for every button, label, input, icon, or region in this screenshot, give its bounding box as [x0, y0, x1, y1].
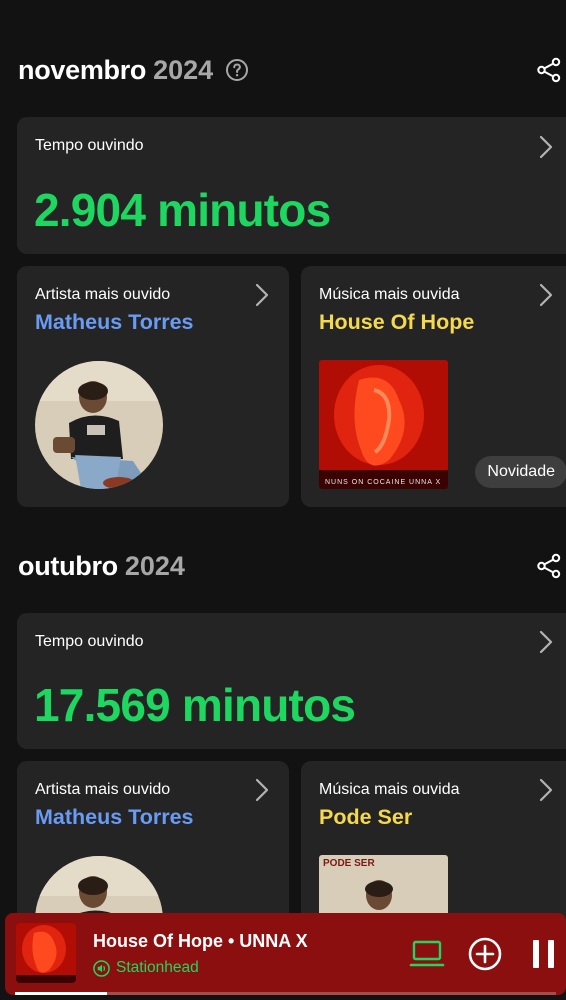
- top-song-name: Pode Ser: [319, 805, 413, 829]
- listening-minutes: 2.904 minutos: [34, 184, 331, 236]
- cover-caption: NUNS ON COCAINE UNNA X: [325, 479, 441, 486]
- connected-device[interactable]: Stationhead: [93, 959, 199, 977]
- month-year: 2024: [124, 550, 185, 581]
- chevron-right-icon: [539, 135, 553, 159]
- speaker-icon: [93, 959, 110, 977]
- new-release-badge: Novidade: [475, 456, 566, 488]
- playback-progress[interactable]: [15, 992, 556, 995]
- listening-time-label: Tempo ouvindo: [35, 633, 144, 650]
- chevron-right-icon: [539, 778, 553, 802]
- top-song-label: Música mais ouvida: [319, 781, 460, 798]
- playback-progress-fill: [15, 992, 107, 995]
- listening-time-label: Tempo ouvindo: [35, 137, 144, 154]
- top-song-card[interactable]: Música mais ouvida House Of Hope NUNS ON…: [301, 266, 566, 507]
- share-icon[interactable]: [536, 57, 562, 83]
- top-song-label: Música mais ouvida: [319, 286, 460, 303]
- top-song-name: House Of Hope: [319, 310, 475, 334]
- help-icon[interactable]: [225, 58, 249, 82]
- chevron-right-icon: [255, 778, 269, 802]
- top-artist-label: Artista mais ouvido: [35, 781, 171, 798]
- month-header-november: novembro 2024: [18, 50, 249, 90]
- cover-caption: PODE SER: [323, 858, 375, 869]
- month-header-october: outubro 2024: [18, 546, 185, 586]
- now-playing-title[interactable]: House Of Hope • UNNA X: [93, 931, 308, 952]
- top-artist-label: Artista mais ouvido: [35, 286, 171, 303]
- share-icon[interactable]: [536, 553, 562, 579]
- pause-icon[interactable]: [529, 937, 559, 971]
- month-name: outubro: [18, 550, 118, 581]
- top-artist-card[interactable]: Artista mais ouvido Matheus Torres: [17, 266, 289, 507]
- laptop-icon[interactable]: [409, 939, 445, 969]
- now-playing-bar[interactable]: House Of Hope • UNNA X Stationhead: [5, 913, 566, 995]
- listening-time-card[interactable]: Tempo ouvindo 17.569 minutos: [17, 613, 566, 749]
- listening-time-card[interactable]: Tempo ouvindo 2.904 minutos: [17, 117, 566, 254]
- listening-minutes: 17.569 minutos: [34, 679, 356, 731]
- chevron-right-icon: [539, 283, 553, 307]
- device-name: Stationhead: [116, 959, 199, 976]
- month-year: 2024: [153, 54, 214, 85]
- chevron-right-icon: [255, 283, 269, 307]
- top-artist-name: Matheus Torres: [35, 805, 194, 829]
- now-playing-cover[interactable]: [16, 923, 76, 983]
- album-cover-house-of-hope: NUNS ON COCAINE UNNA X: [319, 360, 448, 489]
- artist-photo: [35, 361, 163, 489]
- chevron-right-icon: [539, 630, 553, 654]
- add-circle-icon[interactable]: [467, 936, 503, 972]
- month-name: novembro: [18, 54, 147, 85]
- top-artist-name: Matheus Torres: [35, 310, 194, 334]
